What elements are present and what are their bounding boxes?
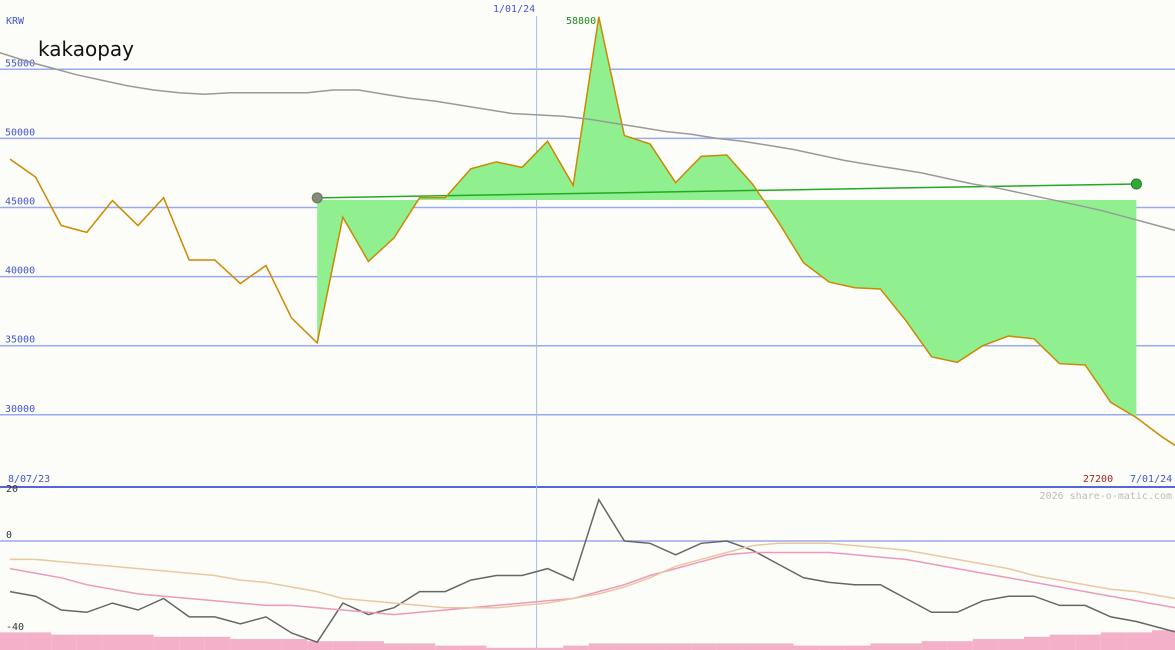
volume-bar bbox=[640, 643, 666, 650]
indicator-tick-label: 0 bbox=[6, 530, 12, 541]
volume-bar bbox=[844, 645, 871, 650]
start-date-label: 8/07/23 bbox=[8, 474, 50, 485]
volume-bar bbox=[409, 643, 436, 650]
ticker-title: kakaopay bbox=[38, 37, 134, 61]
highlight-region bbox=[317, 16, 1137, 418]
volume-bar bbox=[153, 636, 180, 650]
volume-bar bbox=[870, 643, 896, 650]
volume-bar bbox=[1075, 634, 1101, 650]
volume-bar bbox=[614, 643, 640, 650]
price-chart-svg: 300003500040000450005000055000200-40 kak… bbox=[0, 4, 1175, 650]
volume-bar bbox=[332, 641, 359, 650]
volume-bar bbox=[25, 632, 52, 650]
credit-text: 2026 share-o-matic.com bbox=[1040, 491, 1172, 502]
volume-bar bbox=[691, 643, 717, 650]
volume-bar bbox=[1126, 632, 1152, 650]
volume-bar bbox=[435, 645, 461, 650]
volume-bar bbox=[0, 632, 26, 650]
volume-bar bbox=[281, 639, 308, 650]
volume-bar bbox=[76, 634, 103, 650]
volume-bar bbox=[1152, 630, 1175, 650]
y-tick-label: 45000 bbox=[5, 197, 35, 208]
volume-bar bbox=[256, 639, 282, 650]
stock-chart: 30000 35000 40000 45000 50000 55000 20 0 -40 kak… bbox=[0, 0, 1175, 650]
volume-bar bbox=[1100, 632, 1127, 650]
volume-bar bbox=[102, 634, 128, 650]
y-tick-label: 35000 bbox=[5, 335, 35, 346]
y-tick-label: 30000 bbox=[5, 404, 35, 415]
volume-bar bbox=[384, 643, 410, 650]
volume-bar bbox=[819, 645, 845, 650]
volume-bar bbox=[307, 641, 333, 650]
volume-bar bbox=[972, 639, 999, 650]
highlight-start-marker bbox=[311, 192, 323, 204]
y-tick-label: 50000 bbox=[5, 127, 35, 138]
volume-bar bbox=[768, 643, 794, 650]
y-tick-label: 40000 bbox=[5, 266, 35, 277]
volume-bar bbox=[1024, 636, 1050, 650]
high-value-label: 58800 bbox=[566, 16, 596, 27]
volume-bar bbox=[742, 643, 768, 650]
indicator-line-1 bbox=[9, 551, 1175, 616]
volume-bar bbox=[1049, 634, 1076, 650]
indicator-line-0 bbox=[9, 497, 1175, 644]
volume-bar bbox=[563, 645, 589, 650]
volume-bar bbox=[358, 641, 384, 650]
volume-bar bbox=[947, 641, 973, 650]
highlight-end-marker bbox=[1130, 178, 1142, 190]
low-value-label: 27200 bbox=[1083, 474, 1113, 485]
currency-label: KRW bbox=[6, 16, 25, 27]
volume-bar bbox=[896, 643, 922, 650]
volume-bar bbox=[665, 643, 692, 650]
volume-bars bbox=[0, 630, 1175, 650]
volume-bar bbox=[460, 645, 487, 650]
highlight-fill bbox=[317, 16, 1137, 418]
indicator-tick-label: 20 bbox=[6, 484, 18, 495]
indicator-tick-label: -40 bbox=[6, 622, 24, 633]
volume-bar bbox=[204, 636, 231, 650]
volume-bar bbox=[179, 636, 205, 650]
volume-bar bbox=[588, 643, 615, 650]
volume-bar bbox=[716, 643, 743, 650]
volume-bar bbox=[128, 634, 154, 650]
volume-bar bbox=[230, 639, 256, 650]
marker-date-label: 1/01/24 bbox=[493, 4, 535, 15]
volume-bar bbox=[998, 639, 1024, 650]
end-date-label: 7/01/24 bbox=[1130, 474, 1172, 485]
volume-bar bbox=[51, 634, 77, 650]
volume-bar bbox=[793, 645, 820, 650]
volume-bar bbox=[921, 641, 948, 650]
